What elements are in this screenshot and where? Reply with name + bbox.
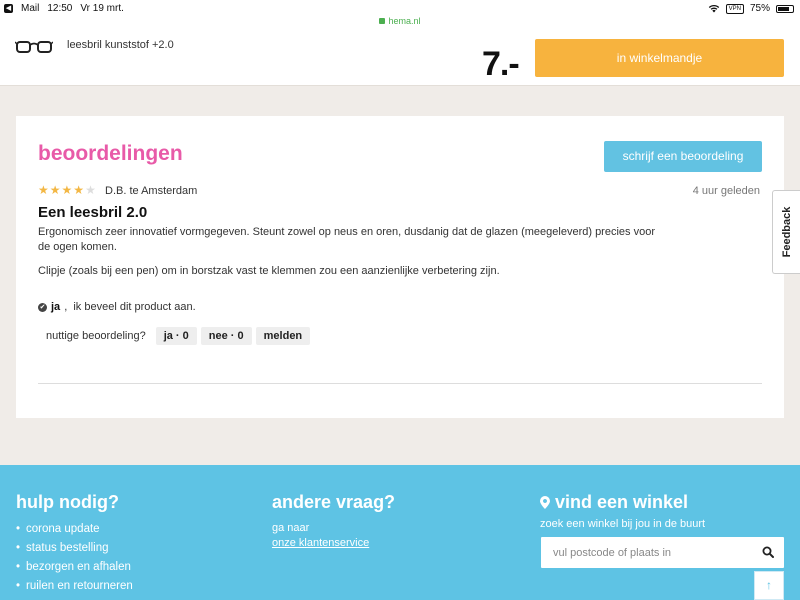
recommend-yes: ja bbox=[51, 301, 61, 313]
back-to-app-icon[interactable]: ◀ bbox=[4, 4, 13, 13]
store-finder-subtitle: zoek een winkel bij jou in de buurt bbox=[540, 518, 706, 530]
rating-stars: ★★★★★ bbox=[38, 183, 97, 197]
report-button[interactable]: melden bbox=[255, 327, 311, 345]
battery-percent: 75% bbox=[749, 3, 770, 14]
help-links: corona update status bestelling bezorgen… bbox=[16, 520, 133, 596]
reviews-title: beoordelingen bbox=[38, 142, 183, 165]
battery-icon bbox=[776, 4, 794, 13]
review-body-paragraph-2: Clipje (zoals bij een pen) om in borstza… bbox=[38, 265, 500, 277]
vpn-badge: VPN bbox=[725, 3, 744, 14]
status-left: ◀ Mail 12:50 Vr 19 mrt. bbox=[4, 3, 124, 14]
status-date: Vr 19 mrt. bbox=[80, 3, 124, 14]
helpful-yes-button[interactable]: ja · 0 bbox=[155, 327, 197, 345]
help-title: hulp nodig? bbox=[16, 492, 119, 512]
status-right: VPN 75% bbox=[708, 3, 794, 14]
star-filled-icon: ★ bbox=[38, 183, 50, 197]
status-bar: ◀ Mail 12:50 Vr 19 mrt. VPN 75% hema.nl bbox=[0, 0, 800, 30]
store-finder-title: vind een winkel bbox=[540, 492, 688, 513]
recommendation: ✔ ja , ik beveel dit product aan. bbox=[38, 301, 196, 313]
back-app-label[interactable]: Mail bbox=[21, 3, 39, 14]
star-empty-icon: ★ bbox=[85, 183, 97, 197]
reviews-card: beoordelingen schrijf een beoordeling ★★… bbox=[16, 116, 784, 418]
help-link[interactable]: bezorgen en afhalen bbox=[16, 558, 133, 577]
help-link[interactable]: corona update bbox=[16, 520, 133, 539]
status-time: 12:50 bbox=[47, 3, 73, 14]
helpful-question: nuttige beoordeling? bbox=[46, 330, 146, 342]
location-pin-icon bbox=[540, 496, 550, 509]
star-filled-icon: ★ bbox=[73, 183, 86, 197]
review-time: 4 uur geleden bbox=[692, 185, 760, 197]
battery-fill bbox=[778, 6, 789, 11]
write-review-button[interactable]: schrijf een beoordeling bbox=[604, 141, 762, 172]
reading-glasses-icon bbox=[15, 41, 53, 53]
go-to-text: ga naar bbox=[272, 522, 310, 534]
feedback-tab[interactable]: Feedback bbox=[772, 190, 800, 274]
store-search-input[interactable] bbox=[541, 537, 751, 568]
arrow-up-icon: ↑ bbox=[766, 578, 772, 592]
review-body-paragraph: Ergonomisch zeer innovatief vormgegeven.… bbox=[38, 226, 655, 253]
search-icon[interactable] bbox=[762, 546, 774, 558]
product-price: 7.- bbox=[482, 45, 520, 83]
url-text: hema.nl bbox=[388, 16, 421, 26]
customer-service-link[interactable]: onze klantenservice bbox=[272, 536, 369, 551]
helpful-no-button[interactable]: nee · 0 bbox=[200, 327, 252, 345]
other-question-title: andere vraag? bbox=[272, 492, 396, 512]
product-name: leesbril kunststof +2.0 bbox=[67, 39, 174, 51]
add-to-cart-button[interactable]: in winkelmandje bbox=[535, 39, 784, 77]
divider bbox=[38, 383, 762, 384]
help-link[interactable]: status bestelling bbox=[16, 539, 133, 558]
recommend-text: , ik beveel dit product aan. bbox=[64, 301, 196, 313]
store-finder-label: vind een winkel bbox=[555, 492, 689, 512]
lock-icon bbox=[379, 18, 386, 24]
review-title: Een leesbril 2.0 bbox=[38, 204, 148, 221]
store-search-box bbox=[541, 537, 784, 568]
footer: hulp nodig? corona update status bestell… bbox=[0, 465, 800, 600]
wifi-icon bbox=[708, 4, 719, 13]
url-bar[interactable]: hema.nl bbox=[0, 16, 800, 26]
star-filled-icon: ★ bbox=[61, 183, 74, 197]
check-circle-icon: ✔ bbox=[38, 302, 47, 312]
back-to-top-button[interactable]: ↑ bbox=[754, 571, 784, 600]
other-question-text: ga naar onze klantenservice bbox=[272, 521, 369, 551]
help-link[interactable]: ruilen en retourneren bbox=[16, 577, 133, 596]
feedback-label: Feedback bbox=[780, 206, 793, 258]
review-author: D.B. te Amsterdam bbox=[105, 185, 198, 197]
star-filled-icon: ★ bbox=[49, 183, 62, 197]
helpful-row: nuttige beoordeling? ja · 0 nee · 0 meld… bbox=[46, 327, 311, 345]
product-bar: leesbril kunststof +2.0 7.- in winkelman… bbox=[0, 30, 800, 86]
